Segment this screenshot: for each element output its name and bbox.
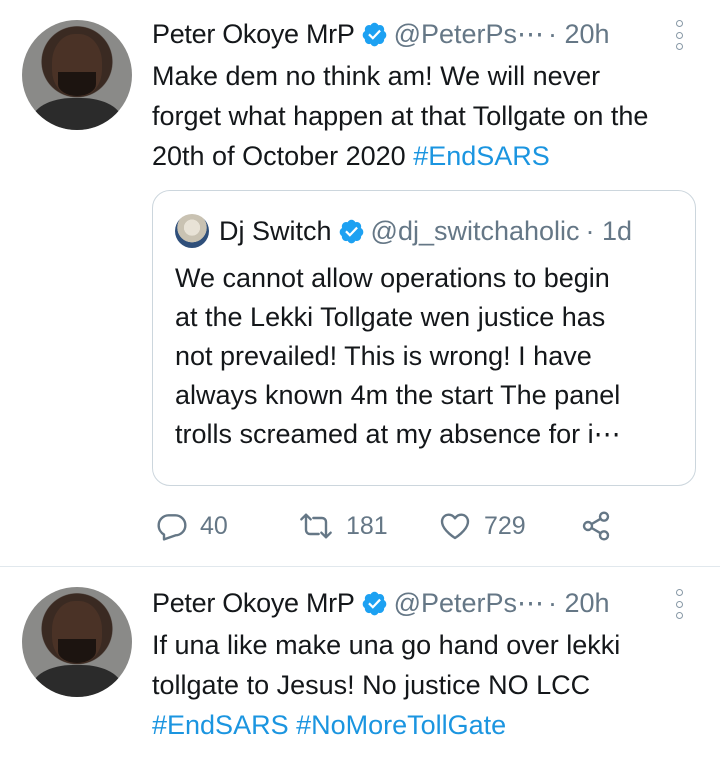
like-count: 729: [484, 511, 526, 540]
reply-button[interactable]: 40: [156, 506, 228, 546]
quoted-tweet-text: We cannot allow operations to begin at t…: [175, 259, 685, 454]
quoted-text-line: not prevailed! This is wrong! I have: [175, 341, 592, 371]
quoted-author-handle: @dj_switchaholic: [370, 215, 580, 246]
quoted-tweet-timestamp: · 1d: [585, 215, 633, 246]
author-avatar[interactable]: [22, 20, 132, 130]
reply-icon: [157, 514, 187, 541]
author-avatar[interactable]: [22, 587, 132, 697]
hashtag-link[interactable]: #EndSARS: [413, 141, 550, 171]
tweet-timestamp[interactable]: · 20h: [548, 588, 610, 619]
tweet-text-line: #EndSARS #NoMoreTollGate: [152, 705, 702, 745]
share-button[interactable]: [580, 506, 612, 546]
quoted-text-line: always known 4m the start The panel: [175, 380, 621, 410]
quoted-author-avatar: [175, 214, 209, 248]
quoted-text-line: trolls screamed at my absence for i⋯: [175, 419, 621, 449]
tweet-text-line: forget what happen at that Tollgate on t…: [152, 101, 649, 131]
tweet-header: Peter Okoye MrP @PeterPs⋯ · 20h: [152, 583, 610, 623]
quoted-text-line: at the Lekki Tollgate wen justice has: [175, 302, 606, 332]
author-name[interactable]: Peter Okoye MrP: [152, 588, 355, 619]
hashtag-link[interactable]: #NoMoreTollGate: [296, 710, 506, 740]
verified-badge-icon: [339, 219, 363, 243]
author-name[interactable]: Peter Okoye MrP: [152, 19, 355, 50]
verified-badge-icon: [362, 591, 386, 615]
more-vertical-icon[interactable]: [674, 20, 684, 50]
more-vertical-icon[interactable]: [674, 589, 684, 619]
like-button[interactable]: 729: [438, 506, 526, 546]
share-icon: [582, 511, 610, 541]
quoted-author-name: Dj Switch: [219, 215, 332, 246]
tweet-text: Make dem no think am! We will never forg…: [152, 56, 702, 176]
tweet-timestamp[interactable]: · 20h: [548, 19, 610, 50]
tweet-header: Peter Okoye MrP @PeterPs⋯ · 20h: [152, 14, 610, 54]
author-handle[interactable]: @PeterPs⋯: [394, 588, 544, 619]
author-handle[interactable]: @PeterPs⋯: [394, 19, 544, 50]
quoted-tweet[interactable]: Dj Switch @dj_switchaholic · 1d We canno…: [152, 190, 696, 486]
tweet-text-line: Make dem no think am! We will never: [152, 61, 601, 91]
quoted-tweet-header: Dj Switch @dj_switchaholic · 1d: [175, 213, 632, 249]
tweet-text-fragment: 20th of October 2020: [152, 141, 414, 171]
tweet[interactable]: Peter Okoye MrP @PeterPs⋯ · 20h Make dem…: [0, 0, 720, 566]
tweet-text: If una like make una go hand over lekki …: [152, 625, 702, 745]
quoted-text-line: We cannot allow operations to begin: [175, 263, 610, 293]
tweet-text-line: 20th of October 2020 #EndSARS: [152, 136, 702, 176]
tweet-text-line: If una like make una go hand over lekki: [152, 630, 621, 660]
retweet-icon: [300, 513, 332, 539]
tweet-actions: 40 181 729: [152, 506, 672, 546]
heart-icon: [440, 513, 470, 540]
retweet-button[interactable]: 181: [298, 506, 388, 546]
tweet-text-line: tollgate to Jesus! No justice NO LCC: [152, 670, 591, 700]
reply-count: 40: [200, 511, 228, 540]
retweet-count: 181: [346, 511, 388, 540]
tweet[interactable]: Peter Okoye MrP @PeterPs⋯ · 20h If una l…: [0, 567, 720, 768]
hashtag-link[interactable]: #EndSARS: [152, 710, 289, 740]
verified-badge-icon: [362, 22, 386, 46]
